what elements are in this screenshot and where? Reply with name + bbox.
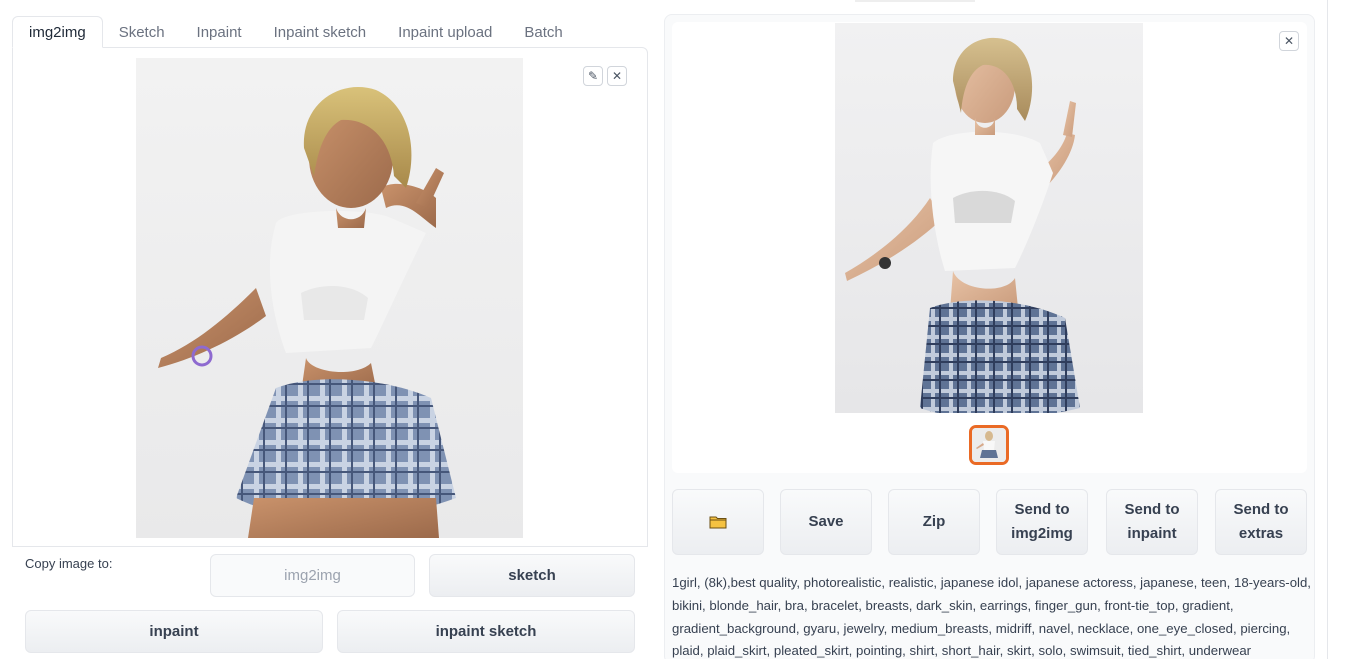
send-to-img2img-line2: img2img xyxy=(1011,525,1073,542)
send-to-img2img-line1: Send to xyxy=(1014,501,1070,518)
copy-to-img2img-button[interactable]: img2img xyxy=(210,554,415,597)
img2img-tabs: img2img Sketch Inpaint Inpaint sketch In… xyxy=(12,16,579,48)
send-to-extras-line1: Send to xyxy=(1233,501,1289,518)
input-image[interactable] xyxy=(136,58,523,538)
page-scrollbar[interactable] xyxy=(1327,0,1328,659)
tab-inpaint-upload[interactable]: Inpaint upload xyxy=(382,16,508,48)
copy-image-label: Copy image to: xyxy=(25,556,113,571)
save-button[interactable]: Save xyxy=(780,489,872,555)
zip-button[interactable]: Zip xyxy=(888,489,980,555)
tab-img2img[interactable]: img2img xyxy=(12,16,103,48)
pencil-icon[interactable]: ✎ xyxy=(583,66,603,86)
folder-icon xyxy=(709,516,727,529)
send-to-extras-line2: extras xyxy=(1238,525,1284,542)
thumbnail-figure xyxy=(972,428,1006,462)
copy-to-inpaint-button[interactable]: inpaint xyxy=(25,610,323,653)
tab-sketch[interactable]: Sketch xyxy=(103,16,181,48)
send-to-extras-button[interactable]: Send to extras xyxy=(1215,489,1307,555)
send-to-inpaint-button[interactable]: Send to inpaint xyxy=(1106,489,1198,555)
send-to-img2img-button[interactable]: Send to img2img xyxy=(996,489,1088,555)
output-image[interactable] xyxy=(835,23,1143,413)
copy-to-inpaint-sketch-button[interactable]: inpaint sketch xyxy=(337,610,635,653)
send-to-inpaint-line1: Send to xyxy=(1124,501,1180,518)
output-image-figure xyxy=(845,37,1080,413)
send-to-inpaint-line2: inpaint xyxy=(1127,525,1177,542)
gallery-thumbnail[interactable] xyxy=(969,425,1009,465)
tab-inpaint-sketch[interactable]: Inpaint sketch xyxy=(258,16,383,48)
close-icon[interactable]: ✕ xyxy=(1279,31,1299,51)
tab-batch[interactable]: Batch xyxy=(508,16,578,48)
open-folder-button[interactable] xyxy=(672,489,764,555)
generation-info-text: 1girl, (8k),best quality, photorealistic… xyxy=(672,575,1311,659)
tab-inpaint[interactable]: Inpaint xyxy=(181,16,258,48)
copy-to-sketch-button[interactable]: sketch xyxy=(429,554,635,597)
close-icon[interactable]: ✕ xyxy=(607,66,627,86)
top-strip xyxy=(855,0,975,2)
input-image-figure xyxy=(158,87,456,538)
